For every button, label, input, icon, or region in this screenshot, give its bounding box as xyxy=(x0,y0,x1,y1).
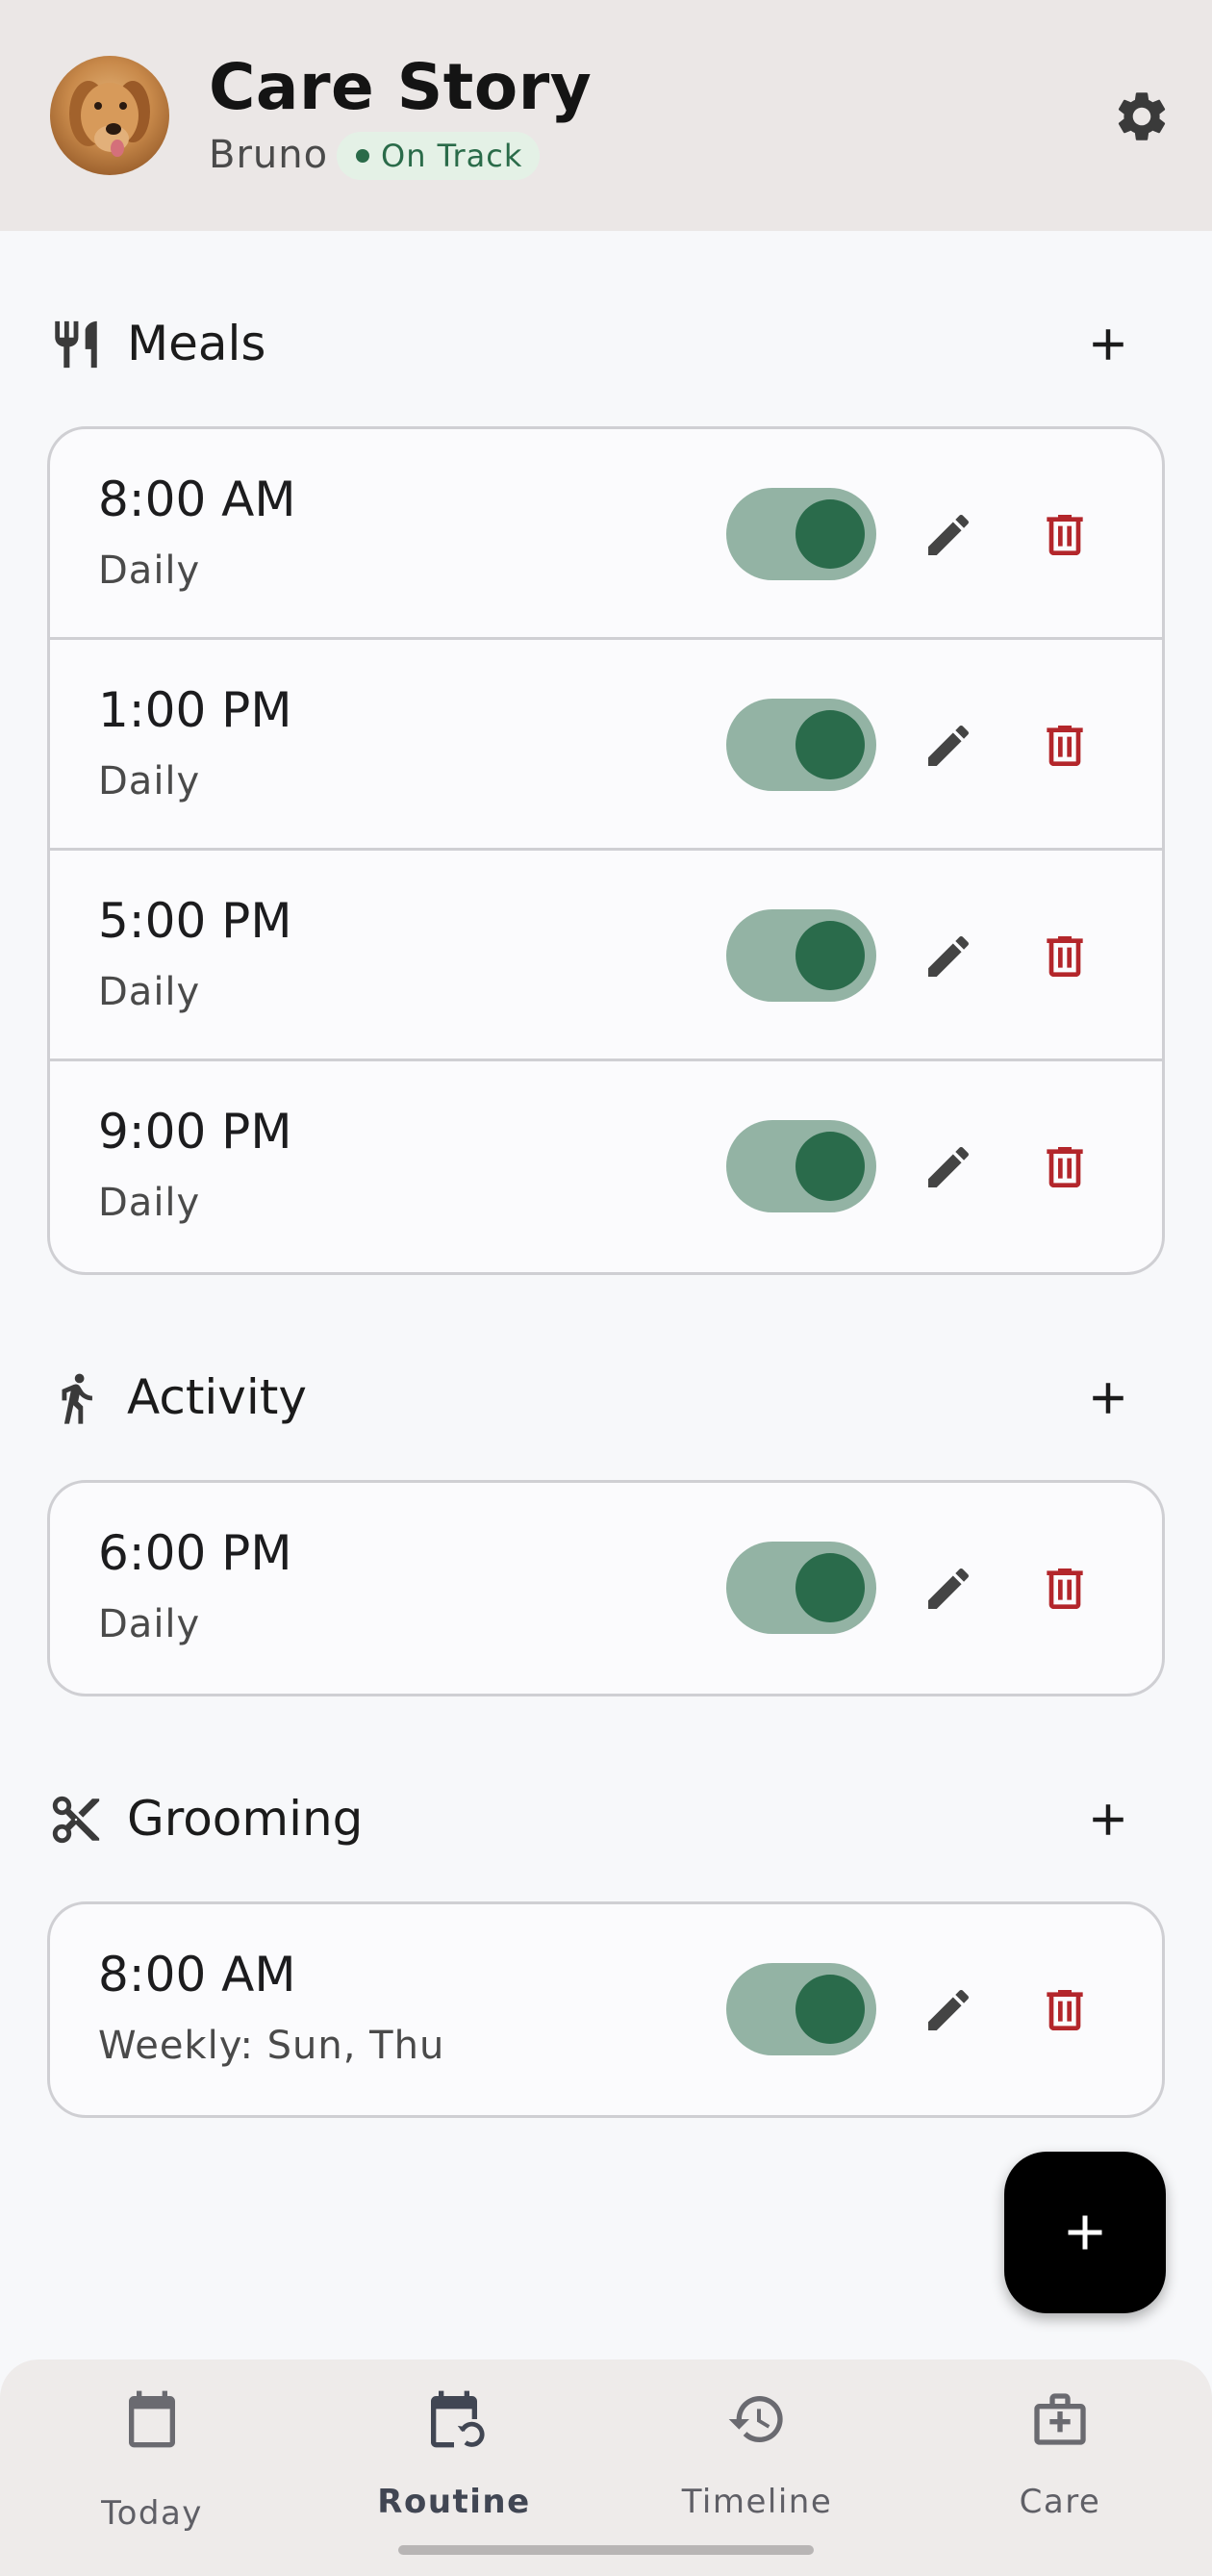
routine-row[interactable]: 1:00 PM Daily xyxy=(50,640,1162,851)
section-title-activity: Activity xyxy=(127,1369,307,1425)
app-header: Care Story Bruno On Track xyxy=(0,0,1212,231)
nav-tab-today[interactable]: Today xyxy=(46,2388,258,2533)
nav-tab-timeline[interactable]: Timeline xyxy=(651,2388,863,2533)
medical-bag-icon xyxy=(1034,2393,1086,2445)
delete-icon[interactable] xyxy=(1038,719,1092,773)
add-grooming-icon[interactable] xyxy=(1082,1794,1134,1846)
plus-icon xyxy=(1068,2215,1102,2250)
add-routine-fab[interactable] xyxy=(1004,2152,1166,2313)
row-time: 5:00 PM xyxy=(98,893,292,949)
row-time: 8:00 AM xyxy=(98,1947,296,2002)
toggle-knob xyxy=(795,499,865,569)
activity-card: 6:00 PM Daily xyxy=(47,1480,1165,1696)
row-frequency: Weekly: Sun, Thu xyxy=(98,2024,445,2068)
routine-row[interactable]: 6:00 PM Daily xyxy=(50,1483,1162,1694)
toggle-knob xyxy=(795,710,865,779)
fork-knife-icon xyxy=(55,320,97,369)
edit-icon[interactable] xyxy=(922,930,975,983)
nav-label: Care xyxy=(1019,2483,1101,2521)
delete-icon[interactable] xyxy=(1038,1983,1092,2037)
nav-label: Routine xyxy=(377,2483,531,2521)
nav-label: Timeline xyxy=(681,2483,833,2521)
edit-icon[interactable] xyxy=(922,508,975,562)
row-frequency: Daily xyxy=(98,1602,201,1646)
enable-toggle[interactable] xyxy=(726,1963,876,2055)
edit-icon[interactable] xyxy=(922,1562,975,1616)
row-frequency: Daily xyxy=(98,1181,201,1225)
enable-toggle[interactable] xyxy=(726,488,876,580)
scissors-icon xyxy=(52,1796,100,1844)
nav-tab-care[interactable]: Care xyxy=(954,2388,1166,2533)
row-time: 6:00 PM xyxy=(98,1525,292,1581)
delete-icon[interactable] xyxy=(1038,930,1092,983)
enable-toggle[interactable] xyxy=(726,1542,876,1634)
add-activity-icon[interactable] xyxy=(1082,1372,1134,1424)
grooming-card: 8:00 AM Weekly: Sun, Thu xyxy=(47,1901,1165,2118)
enable-toggle[interactable] xyxy=(726,909,876,1002)
pet-avatar[interactable] xyxy=(50,56,169,175)
routine-row[interactable]: 9:00 PM Daily xyxy=(50,1061,1162,1272)
routine-row[interactable]: 5:00 PM Daily xyxy=(50,851,1162,1061)
status-text: On Track xyxy=(381,138,523,174)
enable-toggle[interactable] xyxy=(726,1120,876,1212)
status-badge: On Track xyxy=(337,132,541,180)
toggle-knob xyxy=(795,921,865,990)
edit-icon[interactable] xyxy=(922,1140,975,1194)
walking-person-icon xyxy=(62,1373,92,1424)
calendar-repeat-icon xyxy=(431,2390,485,2448)
enable-toggle[interactable] xyxy=(726,699,876,791)
row-frequency: Daily xyxy=(98,970,201,1014)
delete-icon[interactable] xyxy=(1038,1562,1092,1616)
history-icon xyxy=(728,2396,783,2442)
status-dot xyxy=(356,149,369,163)
delete-icon[interactable] xyxy=(1038,508,1092,562)
row-frequency: Daily xyxy=(98,759,201,803)
dog-photo xyxy=(69,81,150,157)
nav-tab-routine[interactable]: Routine xyxy=(348,2388,560,2533)
gear-icon[interactable] xyxy=(1112,87,1172,146)
add-meal-icon[interactable] xyxy=(1082,319,1134,370)
pet-name: Bruno xyxy=(209,133,329,177)
calendar-icon xyxy=(129,2390,175,2448)
toggle-knob xyxy=(795,1132,865,1201)
row-time: 8:00 AM xyxy=(98,472,296,527)
delete-icon[interactable] xyxy=(1038,1140,1092,1194)
routine-row[interactable]: 8:00 AM Weekly: Sun, Thu xyxy=(50,1904,1162,2115)
edit-icon[interactable] xyxy=(922,1983,975,2037)
row-time: 9:00 PM xyxy=(98,1104,292,1160)
meals-card: 8:00 AM Daily 1:00 PM Daily 5:00 PM Dail… xyxy=(47,426,1165,1275)
section-title-meals: Meals xyxy=(127,316,266,371)
nav-label: Today xyxy=(101,2494,203,2533)
routine-row[interactable]: 8:00 AM Daily xyxy=(50,429,1162,640)
app-title: Care Story xyxy=(209,50,593,124)
toggle-knob xyxy=(795,1553,865,1622)
row-frequency: Daily xyxy=(98,548,201,593)
edit-icon[interactable] xyxy=(922,719,975,773)
row-time: 1:00 PM xyxy=(98,682,292,738)
home-indicator xyxy=(398,2545,814,2555)
section-title-grooming: Grooming xyxy=(127,1791,364,1847)
bottom-nav: Today Routine Timeline Care xyxy=(0,2359,1212,2576)
toggle-knob xyxy=(795,1975,865,2044)
